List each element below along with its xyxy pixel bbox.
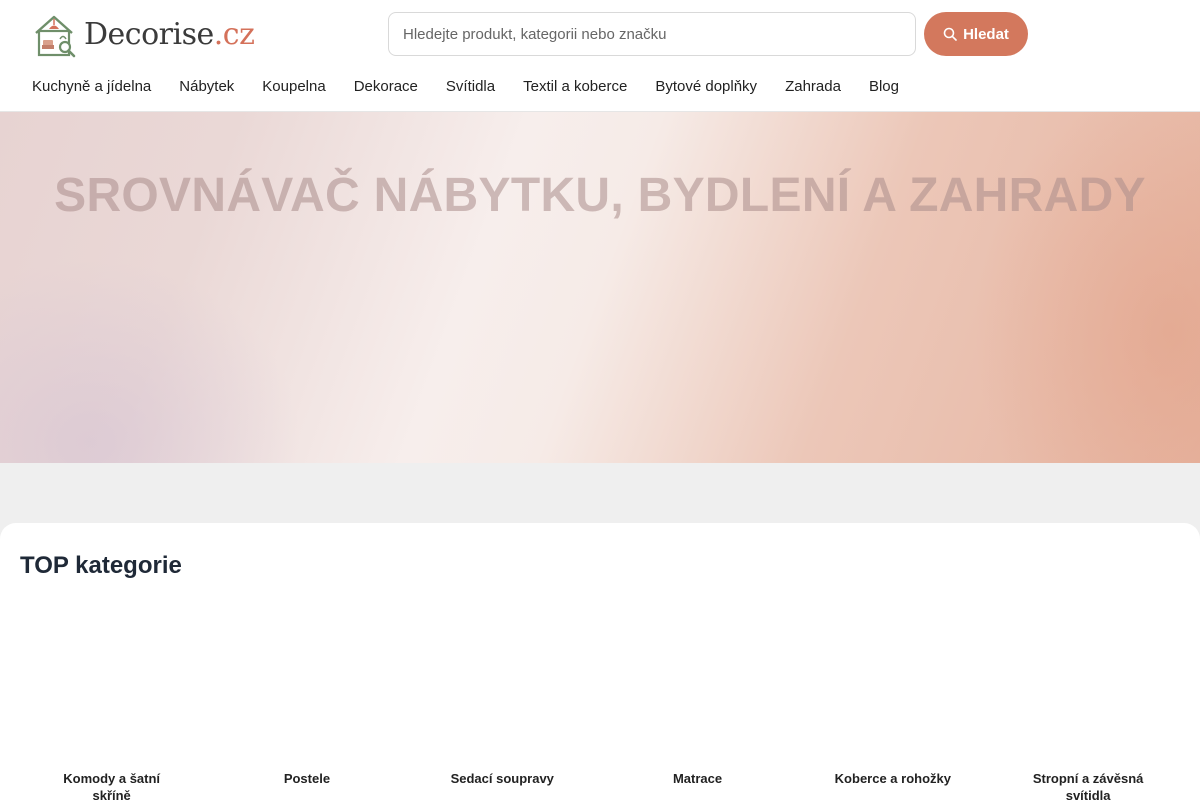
nav-item-nabytek[interactable]: Nábytek	[179, 78, 234, 95]
category-item[interactable]: Komody a šatní skříně	[14, 770, 209, 800]
nav-item-koupelna[interactable]: Koupelna	[262, 78, 325, 95]
category-label: Sedací soupravy	[450, 771, 554, 786]
category-label: Koberce a rohožky	[834, 771, 951, 786]
category-list: Komody a šatní skříně Postele Sedací sou…	[14, 770, 1186, 800]
category-label: Matrace	[672, 771, 723, 786]
site-header: Decorise.cz Hledat Kuchyně a jídelna Náb…	[0, 0, 1200, 112]
category-item[interactable]: Stropní a závěsná svítidla	[990, 770, 1185, 800]
nav-item-kuchyne[interactable]: Kuchyně a jídelna	[32, 78, 151, 95]
category-item[interactable]: Sedací soupravy	[405, 770, 600, 800]
section-title: TOP kategorie	[20, 552, 182, 579]
search-input[interactable]	[388, 12, 916, 56]
category-item[interactable]: Matrace	[600, 770, 795, 800]
category-label: Komody a šatní skříně	[63, 771, 161, 800]
category-label: Postele	[283, 771, 331, 786]
main-nav: Kuchyně a jídelna Nábytek Koupelna Dekor…	[32, 78, 899, 95]
nav-item-bytove-doplnky[interactable]: Bytové doplňky	[655, 78, 757, 95]
search-icon	[943, 27, 957, 41]
hero-title: SROVNÁVAČ NÁBYTKU, BYDLENÍ A ZAHRADY	[54, 169, 1146, 222]
nav-item-dekorace[interactable]: Dekorace	[354, 78, 418, 95]
house-magnifier-icon	[35, 15, 76, 58]
category-item[interactable]: Koberce a rohožky	[795, 770, 990, 800]
hero-banner: SROVNÁVAČ NÁBYTKU, BYDLENÍ A ZAHRADY	[0, 112, 1200, 463]
nav-item-svitidla[interactable]: Svítidla	[446, 78, 495, 95]
logo-wordmark: Decorise.cz	[84, 16, 255, 52]
category-item[interactable]: Postele	[209, 770, 404, 800]
category-label: Stropní a závěsná svítidla	[1032, 771, 1144, 800]
search-button[interactable]: Hledat	[924, 12, 1028, 56]
nav-item-blog[interactable]: Blog	[869, 78, 899, 95]
top-categories-section: TOP kategorie Komody a šatní skříně Post…	[0, 523, 1200, 800]
search-button-label: Hledat	[963, 25, 1009, 43]
nav-item-zahrada[interactable]: Zahrada	[785, 78, 841, 95]
logo[interactable]: Decorise.cz	[32, 8, 255, 60]
nav-item-textil[interactable]: Textil a koberce	[523, 78, 627, 95]
